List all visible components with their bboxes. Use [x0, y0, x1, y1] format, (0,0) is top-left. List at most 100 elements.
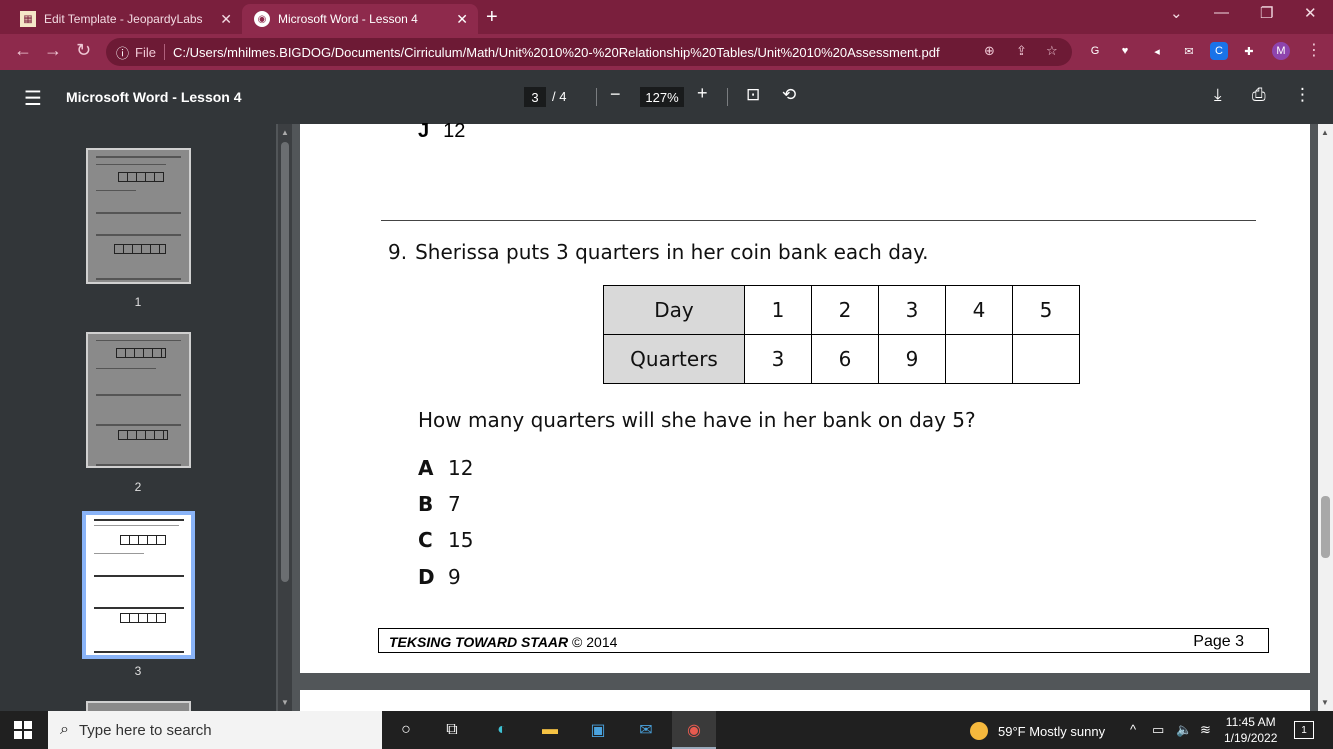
mail-icon[interactable]: ✉ [634, 719, 658, 741]
question-number: 9. [388, 240, 408, 264]
choice-letter: C [418, 528, 433, 552]
download-icon[interactable]: ⤓ [1214, 85, 1222, 105]
question-prompt: How many quarters will she have in her b… [418, 408, 976, 432]
scroll-down-icon[interactable]: ▼ [281, 698, 289, 707]
pdf-toolbar: ☰ Microsoft Word - Lesson 4 3 / 4 − 127%… [0, 70, 1333, 124]
back-arrow-icon[interactable]: ← [14, 40, 32, 61]
clock-time: 11:45 AM [1225, 715, 1276, 729]
tab-jeopardylabs[interactable]: ▦ Edit Template - JeopardyLabs ✕ [8, 4, 242, 34]
wifi-icon[interactable]: ≋ [1200, 722, 1211, 738]
fit-page-icon[interactable]: ⊡ [746, 85, 760, 105]
choice-letter: J [418, 120, 430, 142]
print-icon[interactable]: ⎙ [1252, 85, 1266, 105]
heart-extension-icon[interactable]: ♥ [1116, 42, 1134, 60]
volume-mute-icon[interactable]: 🔈 [1176, 722, 1192, 738]
page-thumbnail-3[interactable] [82, 511, 195, 659]
zoom-in-button[interactable]: + [697, 83, 708, 104]
system-clock[interactable]: 11:45 AM 1/19/2022 [1224, 714, 1277, 746]
tab-strip: ▦ Edit Template - JeopardyLabs ✕ ◉ Micro… [0, 0, 1333, 34]
tab-search-dropdown-icon[interactable]: ⌄ [1170, 4, 1183, 22]
table-cell: 4 [945, 285, 1013, 335]
chrome-menu-icon[interactable]: ⋮ [1306, 40, 1322, 60]
table-row: Day 1 2 3 4 5 [603, 285, 1080, 335]
reload-icon[interactable]: ↻ [76, 40, 91, 61]
bookmark-star-icon[interactable]: ☆ [1046, 43, 1058, 59]
page-number-input[interactable]: 3 [524, 87, 546, 107]
close-tab-icon[interactable]: ✕ [456, 11, 468, 28]
restore-button[interactable]: ❐ [1260, 4, 1273, 22]
page-thumbnail-1[interactable] [86, 148, 191, 284]
c-extension-icon[interactable]: C [1210, 42, 1228, 60]
tab-title: Microsoft Word - Lesson 4 [278, 12, 418, 26]
document-scrollbar[interactable]: ▲ ▼ [1318, 124, 1333, 711]
choice-letter: B [418, 492, 434, 516]
mail-extension-icon[interactable]: ✉ [1180, 42, 1198, 60]
url-text[interactable]: C:/Users/mhilmes.BIGDOG/Documents/Cirric… [173, 45, 940, 60]
pdf-page [300, 124, 1310, 673]
zoom-level-input[interactable]: 127% [640, 87, 684, 107]
close-window-button[interactable]: ✕ [1304, 4, 1317, 22]
grammarly-extension-icon[interactable]: G [1086, 42, 1104, 60]
choice-text: 15 [448, 528, 474, 552]
table-cell: 1 [744, 285, 812, 335]
weather-text: 59°F Mostly sunny [998, 723, 1106, 739]
scroll-down-icon[interactable]: ▼ [1321, 698, 1329, 707]
zoom-out-button[interactable]: − [610, 84, 621, 105]
info-icon[interactable]: ⓘ [116, 43, 129, 62]
hamburger-menu-icon[interactable]: ☰ [24, 86, 42, 111]
forward-arrow-icon[interactable]: → [44, 40, 62, 61]
weather-widget[interactable]: 59°F Mostly sunny [970, 722, 1105, 740]
jeopardylabs-favicon-icon: ▦ [20, 11, 36, 27]
sidebar-scrollbar[interactable]: ▲ ▼ [278, 124, 292, 711]
sun-icon [970, 722, 988, 740]
taskbar-search[interactable]: ⌕ Type here to search [48, 711, 382, 749]
divider [163, 44, 165, 60]
thumbnail-label: 3 [134, 664, 142, 678]
address-bar[interactable]: ⓘ File C:/Users/mhilmes.BIGDOG/Documents… [106, 38, 1072, 66]
footer-left: TEKSING TOWARD STAAR © 2014 [389, 634, 618, 650]
close-tab-icon[interactable]: ✕ [220, 11, 232, 28]
profile-avatar[interactable]: M [1272, 42, 1290, 60]
speaker-extension-icon[interactable]: ◂ [1148, 42, 1166, 60]
scrollbar-thumb[interactable] [1321, 496, 1330, 558]
page-total: / 4 [552, 89, 567, 104]
table-cell: 5 [1012, 285, 1080, 335]
edge-icon[interactable]: ◐ [490, 719, 514, 741]
page-thumbnail-4[interactable] [86, 701, 191, 711]
task-view-icon[interactable]: ⧉ [440, 719, 464, 741]
choice-text: 12 [448, 456, 474, 480]
chrome-taskbar-button[interactable]: ◉ [672, 711, 716, 749]
tab-title: Edit Template - JeopardyLabs [44, 12, 203, 26]
tab-microsoft-word-lesson-4[interactable]: ◉ Microsoft Word - Lesson 4 ✕ [242, 4, 478, 34]
answer-choice-d: D9 [418, 565, 461, 589]
answer-choice-a: A 12 [418, 456, 473, 480]
zoom-icon[interactable]: ⊕ [984, 43, 995, 59]
table-cell [945, 334, 1013, 384]
extensions-puzzle-icon[interactable]: ✚ [1240, 42, 1258, 60]
store-icon[interactable]: ▣ [586, 719, 610, 741]
browser-toolbar: ← → ↻ ⓘ File C:/Users/mhilmes.BIGDOG/Doc… [0, 34, 1333, 70]
chrome-icon: ◉ [687, 722, 701, 739]
previous-answer-choice: J 12 [418, 120, 465, 143]
windows-start-icon[interactable] [14, 721, 32, 739]
battery-icon[interactable]: ▭ [1152, 722, 1164, 738]
notification-center-icon[interactable]: 1 [1294, 721, 1314, 739]
scrollbar-thumb[interactable] [281, 142, 289, 582]
row-header: Quarters [603, 334, 745, 384]
choice-letter: D [418, 565, 435, 589]
rotate-icon[interactable]: ⟲ [782, 85, 796, 105]
show-hidden-icons[interactable]: ^ [1130, 722, 1136, 737]
choice-text: 12 [443, 120, 466, 142]
relationship-table: Day 1 2 3 4 5 Quarters 3 6 9 [603, 285, 1080, 384]
table-row: Quarters 3 6 9 [603, 334, 1080, 384]
table-cell [1012, 334, 1080, 384]
more-options-icon[interactable]: ⋮ [1294, 85, 1311, 105]
scroll-up-icon[interactable]: ▲ [1321, 128, 1329, 137]
scroll-up-icon[interactable]: ▲ [281, 128, 289, 137]
minimize-button[interactable]: — [1214, 4, 1229, 21]
new-tab-button[interactable]: + [486, 6, 498, 29]
file-explorer-icon[interactable]: ▬ [538, 719, 562, 741]
share-icon[interactable]: ⇪ [1016, 43, 1027, 59]
page-thumbnail-2[interactable] [86, 332, 191, 468]
cortana-icon[interactable]: ○ [394, 719, 418, 741]
